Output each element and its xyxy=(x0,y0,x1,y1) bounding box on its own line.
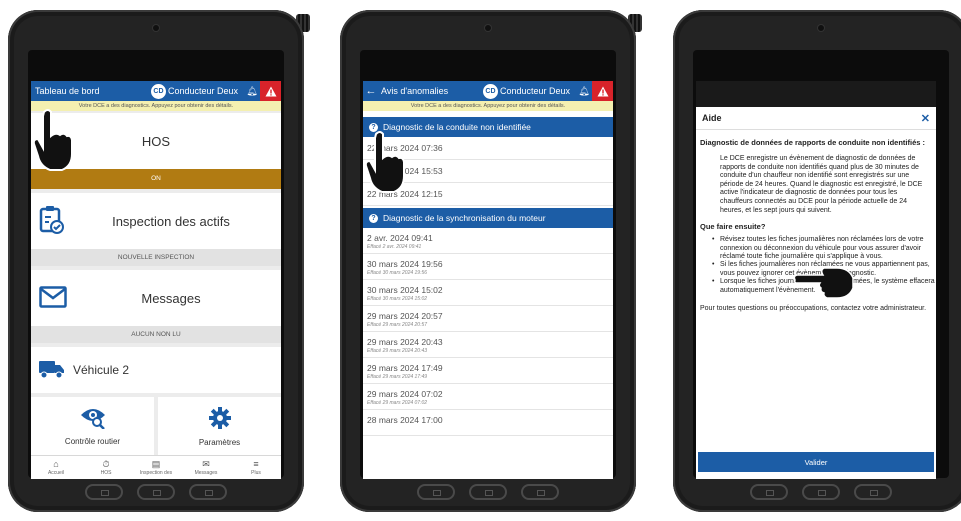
list-item[interactable]: 29 mars 2024 17:49 Effacé 29 mars 2024 17… xyxy=(363,358,613,384)
validate-button[interactable]: Valider xyxy=(698,452,934,472)
pointing-hand-icon xyxy=(32,109,73,171)
bottom-nav: ⌂ Accueil ⏱︎ HOS ▤ Inspection des ✉︎ Message… xyxy=(31,455,281,479)
roadside-label: Contrôle routier xyxy=(64,436,121,446)
messages-card[interactable]: Messages AUCUN NON LU xyxy=(31,270,281,343)
pointing-hand-icon xyxy=(364,131,405,193)
warning-triangle-icon[interactable] xyxy=(260,81,281,101)
list-item: Révisez toutes les fiches journalières n… xyxy=(712,236,936,261)
device-button-back[interactable] xyxy=(189,484,227,500)
list-item[interactable]: 29 mars 2024 20:43 Effacé 29 mars 2024 20… xyxy=(363,332,613,358)
envelope-icon: ✉︎ xyxy=(202,459,210,469)
nav-more[interactable]: ≡ Plus xyxy=(233,459,279,476)
section-engine-sync[interactable]: ? Diagnostic de la synchronisation du mo… xyxy=(363,208,613,228)
gear-icon xyxy=(208,406,232,432)
dialog-paragraph: Le DCE enregistre un évènement de diagno… xyxy=(720,155,923,214)
settings-tile[interactable]: Paramètres xyxy=(158,397,281,455)
vehicle-card[interactable]: Véhicule 2 xyxy=(31,347,281,393)
device-help: Aide ✕ Diagnostic de données de rapports… xyxy=(673,10,961,512)
pointing-hand-left-icon xyxy=(793,267,854,299)
settings-label: Paramètres xyxy=(198,437,241,447)
device-button-back[interactable] xyxy=(854,484,892,500)
truck-icon xyxy=(39,359,65,382)
dialog-heading: Diagnostic de données de rapports de con… xyxy=(700,138,926,147)
divider xyxy=(696,129,936,130)
dialog-footer: Pour toutes questions ou préoccupations,… xyxy=(700,305,927,312)
nav-inspection[interactable]: ▤ Inspection des xyxy=(133,459,179,476)
device-dashboard: Tableau de bord CD Conducteur Deux 🔔︎ Vo… xyxy=(8,10,310,512)
camera-icon xyxy=(485,25,491,31)
device-buttons xyxy=(8,484,304,500)
list-item[interactable]: 2 avr. 2024 09:41 Effacé 2 avr. 2024 09:4… xyxy=(363,228,613,254)
inspection-label: Inspection des actifs xyxy=(112,213,230,229)
device-anomalies: ← Avis d'anomalies CD Conducteur Deux 🔔︎… xyxy=(340,10,642,512)
dimmed-overlay xyxy=(696,81,936,107)
help-circle-icon: ? xyxy=(369,213,378,223)
device-button-left[interactable] xyxy=(85,484,123,500)
warning-triangle-icon[interactable] xyxy=(592,81,613,101)
driver-name: Conducteur Deux xyxy=(167,86,238,96)
eye-search-icon xyxy=(80,407,106,431)
list-item[interactable]: 29 mars 2024 20:57 Effacé 29 mars 2024 20… xyxy=(363,306,613,332)
home-icon: ⌂ xyxy=(53,459,59,469)
camera-icon xyxy=(818,25,824,31)
envelope-icon xyxy=(39,286,67,311)
list-item[interactable]: 30 mars 2024 15:02 Effacé 30 mars 2024 15… xyxy=(363,280,613,306)
quick-tiles: Contrôle routier Paramètres xyxy=(31,397,281,455)
roadside-inspection-tile[interactable]: Contrôle routier xyxy=(31,397,154,455)
section-title: Diagnostic de la synchronisation du mote… xyxy=(383,213,546,223)
stopwatch-icon: ⏱︎ xyxy=(102,459,110,469)
device-button-left[interactable] xyxy=(750,484,788,500)
unread-status: AUCUN NON LU xyxy=(31,326,281,343)
device-button-home[interactable] xyxy=(802,484,840,500)
clipboard-icon: ▤ xyxy=(151,459,161,469)
next-steps-heading: Que faire ensuite? xyxy=(700,222,766,232)
close-icon[interactable]: ✕ xyxy=(921,112,930,125)
device-button-back[interactable] xyxy=(521,484,559,500)
device-buttons xyxy=(340,484,636,500)
driver-badge[interactable]: CD Conducteur Deux xyxy=(482,83,570,99)
page-title: Tableau de bord xyxy=(35,86,100,96)
nav-home[interactable]: ⌂ Accueil xyxy=(33,459,79,476)
new-inspection-button[interactable]: NOUVELLE INSPECTION xyxy=(31,249,281,266)
camera-icon xyxy=(153,25,159,31)
device-button-home[interactable] xyxy=(469,484,507,500)
device-buttons xyxy=(673,484,961,500)
list-item[interactable]: 29 mars 2024 07:02 Effacé 29 mars 2024 07… xyxy=(363,384,613,410)
bell-icon[interactable]: 🔔︎ xyxy=(244,86,260,97)
top-bar: Tableau de bord CD Conducteur Deux 🔔︎ xyxy=(31,81,281,101)
messages-label: Messages xyxy=(141,290,201,306)
vehicle-label: Véhicule 2 xyxy=(73,363,130,377)
device-button-left[interactable] xyxy=(417,484,455,500)
menu-icon: ≡ xyxy=(253,459,259,469)
page-title: Avis d'anomalies xyxy=(381,86,449,96)
clipboard-check-icon xyxy=(39,205,65,238)
inspection-card[interactable]: Inspection des actifs NOUVELLE INSPECTIO… xyxy=(31,193,281,266)
device-button-home[interactable] xyxy=(137,484,175,500)
driver-avatar: CD xyxy=(150,83,166,99)
hos-status-bar: ON xyxy=(31,169,281,189)
list-item[interactable]: 30 mars 2024 19:56 Effacé 30 mars 2024 19… xyxy=(363,254,613,280)
driver-avatar: CD xyxy=(482,83,498,99)
list-item[interactable]: 28 mars 2024 17:00 xyxy=(363,410,613,436)
top-bar: ← Avis d'anomalies CD Conducteur Deux 🔔︎ xyxy=(363,81,613,101)
diagnostic-banner[interactable]: Votre DCE a des diagnostics. Appuyez pou… xyxy=(363,101,613,111)
driver-badge[interactable]: CD Conducteur Deux xyxy=(150,83,238,99)
back-arrow-icon[interactable]: ← xyxy=(363,85,379,97)
nav-messages[interactable]: ✉︎ Messages xyxy=(183,459,229,476)
bell-icon[interactable]: 🔔︎ xyxy=(576,86,592,97)
driver-name: Conducteur Deux xyxy=(499,86,570,96)
nav-hos[interactable]: ⏱︎ HOS xyxy=(83,459,129,476)
dialog-title: Aide xyxy=(702,113,722,123)
